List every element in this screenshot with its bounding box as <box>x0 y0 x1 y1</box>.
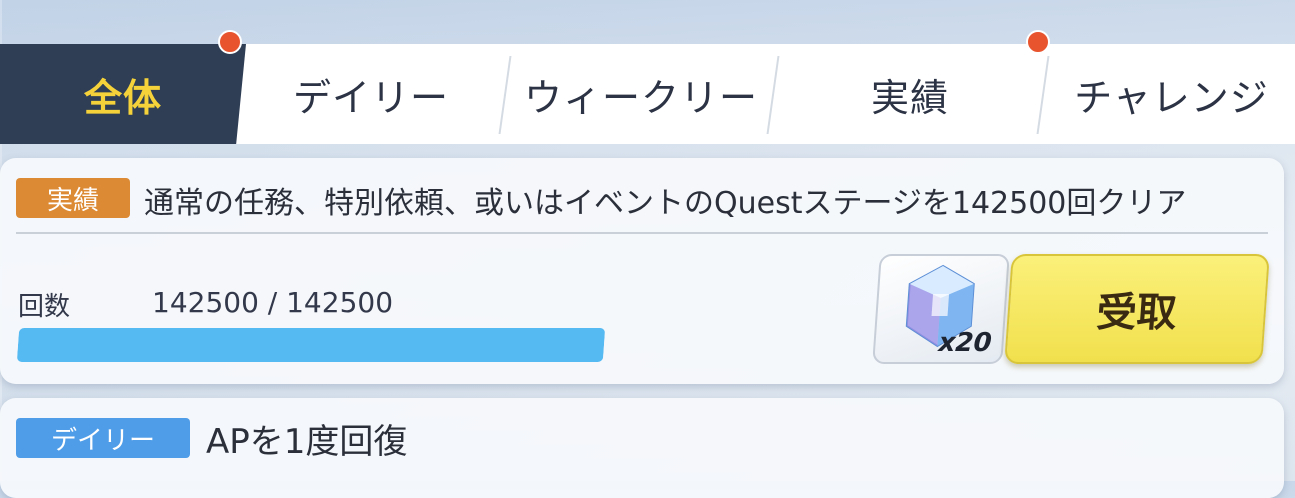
mission-description: 通常の任務、特別依頼、或いはイベントのQuestステージを142500回クリア <box>144 186 1187 221</box>
tab-daily[interactable]: デイリー <box>248 44 494 144</box>
mission-card: デイリー APを1度回復 <box>0 398 1284 498</box>
tab-weekly-label: ウィークリー <box>523 75 758 120</box>
reward-count: x20 <box>937 328 993 358</box>
mission-description: APを1度回復 <box>206 422 408 462</box>
claim-button-label: 受取 <box>1095 290 1179 336</box>
category-badge-label: 実績 <box>46 185 99 216</box>
tab-achievements[interactable]: 実績 <box>778 44 1042 144</box>
progress-count: 142500 / 142500 <box>152 286 394 319</box>
tab-weekly[interactable]: ウィークリー <box>510 44 772 144</box>
claim-button[interactable]: 受取 <box>1004 254 1270 364</box>
notification-dot <box>218 30 242 54</box>
card-divider <box>16 232 1268 234</box>
reward-item[interactable]: x20 <box>872 254 1010 364</box>
progress-bar <box>16 328 606 362</box>
notification-dot <box>1026 30 1050 54</box>
progress-bar-fill <box>16 328 606 362</box>
mission-tabs: 全体 デイリー ウィークリー 実績 チャレンジ <box>0 44 1295 144</box>
category-badge-label: デイリー <box>50 425 155 456</box>
tab-all-label: 全体 <box>83 75 162 120</box>
progress-label: 回数 <box>18 292 71 322</box>
tab-challenge-label: チャレンジ <box>1074 75 1269 120</box>
mission-card: 実績 通常の任務、特別依頼、或いはイベントのQuestステージを142500回ク… <box>0 158 1284 384</box>
tab-challenge[interactable]: チャレンジ <box>1048 44 1295 144</box>
tab-achievements-label: 実績 <box>870 75 949 120</box>
category-badge: 実績 <box>16 178 130 218</box>
tab-daily-label: デイリー <box>292 75 449 120</box>
tab-all[interactable]: 全体 <box>0 44 246 144</box>
category-badge: デイリー <box>16 418 190 458</box>
